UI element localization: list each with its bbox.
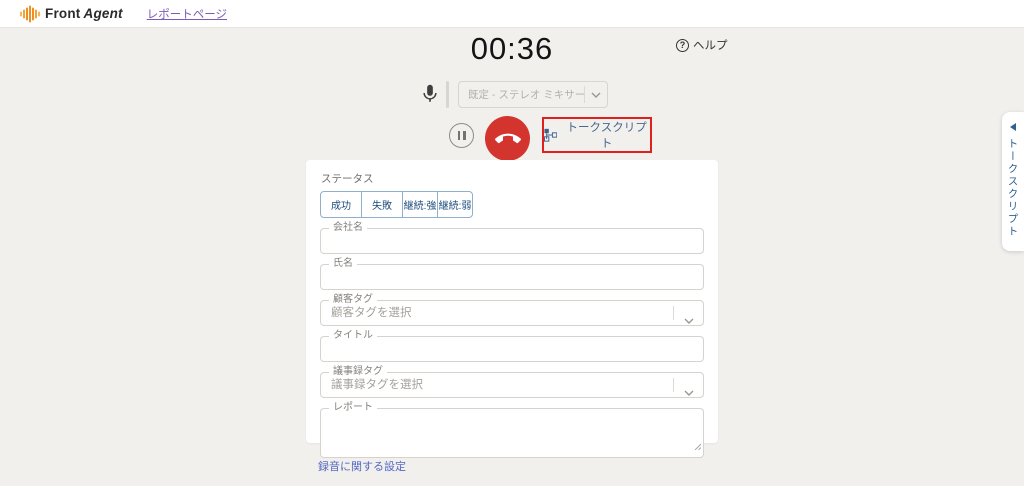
brand: FrontAgent <box>20 5 123 23</box>
chevron-down-icon <box>684 383 694 401</box>
call-timer: 00:36 <box>0 31 1024 67</box>
talk-script-icon <box>544 128 557 142</box>
app-header: FrontAgent レポートページ <box>0 0 1024 28</box>
customer-tag-label: 顧客タグ <box>329 294 377 306</box>
talk-script-button[interactable]: トークスクリプト <box>544 119 650 151</box>
status-success-button[interactable]: 成功 <box>320 191 362 218</box>
mic-level-meter <box>446 81 449 108</box>
pause-icon <box>458 131 461 140</box>
status-failure-button[interactable]: 失敗 <box>361 191 403 218</box>
report-field-wrap: レポート <box>320 408 704 458</box>
mic-device-value: 既定 - ステレオ ミキサー (Real… <box>459 87 584 102</box>
title-input[interactable] <box>321 337 703 361</box>
microphone-icon <box>419 80 441 107</box>
minutes-tag-label: 議事録タグ <box>329 366 387 378</box>
report-textarea[interactable] <box>321 409 703 457</box>
chevron-down-icon <box>585 92 607 98</box>
company-field-wrap: 会社名 <box>320 228 704 254</box>
microphone-row: 既定 - ステレオ ミキサー (Real… <box>306 80 718 110</box>
name-label: 氏名 <box>329 258 357 270</box>
name-field-wrap: 氏名 <box>320 264 704 290</box>
talk-script-label: トークスクリプト <box>563 119 650 151</box>
talk-script-side-tab[interactable]: トークスクリプト <box>1002 112 1024 251</box>
help-icon: ? <box>676 39 689 52</box>
chevron-down-icon <box>684 311 694 329</box>
resize-grip-icon[interactable] <box>693 437 701 455</box>
customer-tag-placeholder: 顧客タグを選択 <box>321 301 703 325</box>
app-window: FrontAgent レポートページ 00:36 ? ヘルプ 既定 - ステレオ… <box>0 0 1024 486</box>
status-label: ステータス <box>321 171 704 186</box>
mic-device-select[interactable]: 既定 - ステレオ ミキサー (Real… <box>458 81 608 108</box>
status-button-group: 成功 失敗 継続:強 継続:弱 <box>320 191 473 218</box>
help-button[interactable]: ? ヘルプ <box>676 37 728 53</box>
call-report-form: ステータス 成功 失敗 継続:強 継続:弱 会社名 氏名 顧客タグ 顧客タグを選… <box>306 160 718 443</box>
arrow-left-icon <box>1010 123 1016 131</box>
company-label: 会社名 <box>329 222 367 234</box>
call-controls: トークスクリプト <box>306 116 718 156</box>
report-page-link[interactable]: レポートページ <box>147 6 227 22</box>
hangup-button[interactable] <box>485 116 530 161</box>
name-input[interactable] <box>321 265 703 289</box>
help-label: ヘルプ <box>693 37 728 53</box>
customer-tag-select[interactable]: 顧客タグ 顧客タグを選択 <box>320 300 704 326</box>
talk-script-highlight-box: トークスクリプト <box>542 117 652 153</box>
main-area: 00:36 ? ヘルプ 既定 - ステレオ ミキサー (Real… <box>0 28 1024 486</box>
select-divider <box>673 306 674 320</box>
title-field-wrap: タイトル <box>320 336 704 362</box>
side-tab-label: トークスクリプト <box>1006 138 1021 238</box>
recording-settings-link[interactable]: 録音に関する設定 <box>318 458 406 474</box>
report-label: レポート <box>329 402 377 414</box>
minutes-tag-select[interactable]: 議事録タグ 議事録タグを選択 <box>320 372 704 398</box>
call-end-icon <box>495 126 521 152</box>
brand-logo-icon <box>20 5 40 23</box>
select-divider <box>673 378 674 392</box>
pause-button[interactable] <box>449 123 474 148</box>
brand-name: FrontAgent <box>45 6 123 21</box>
company-input[interactable] <box>321 229 703 253</box>
title-label: タイトル <box>329 330 377 342</box>
status-continue-weak-button[interactable]: 継続:弱 <box>437 191 473 218</box>
status-continue-strong-button[interactable]: 継続:強 <box>402 191 438 218</box>
